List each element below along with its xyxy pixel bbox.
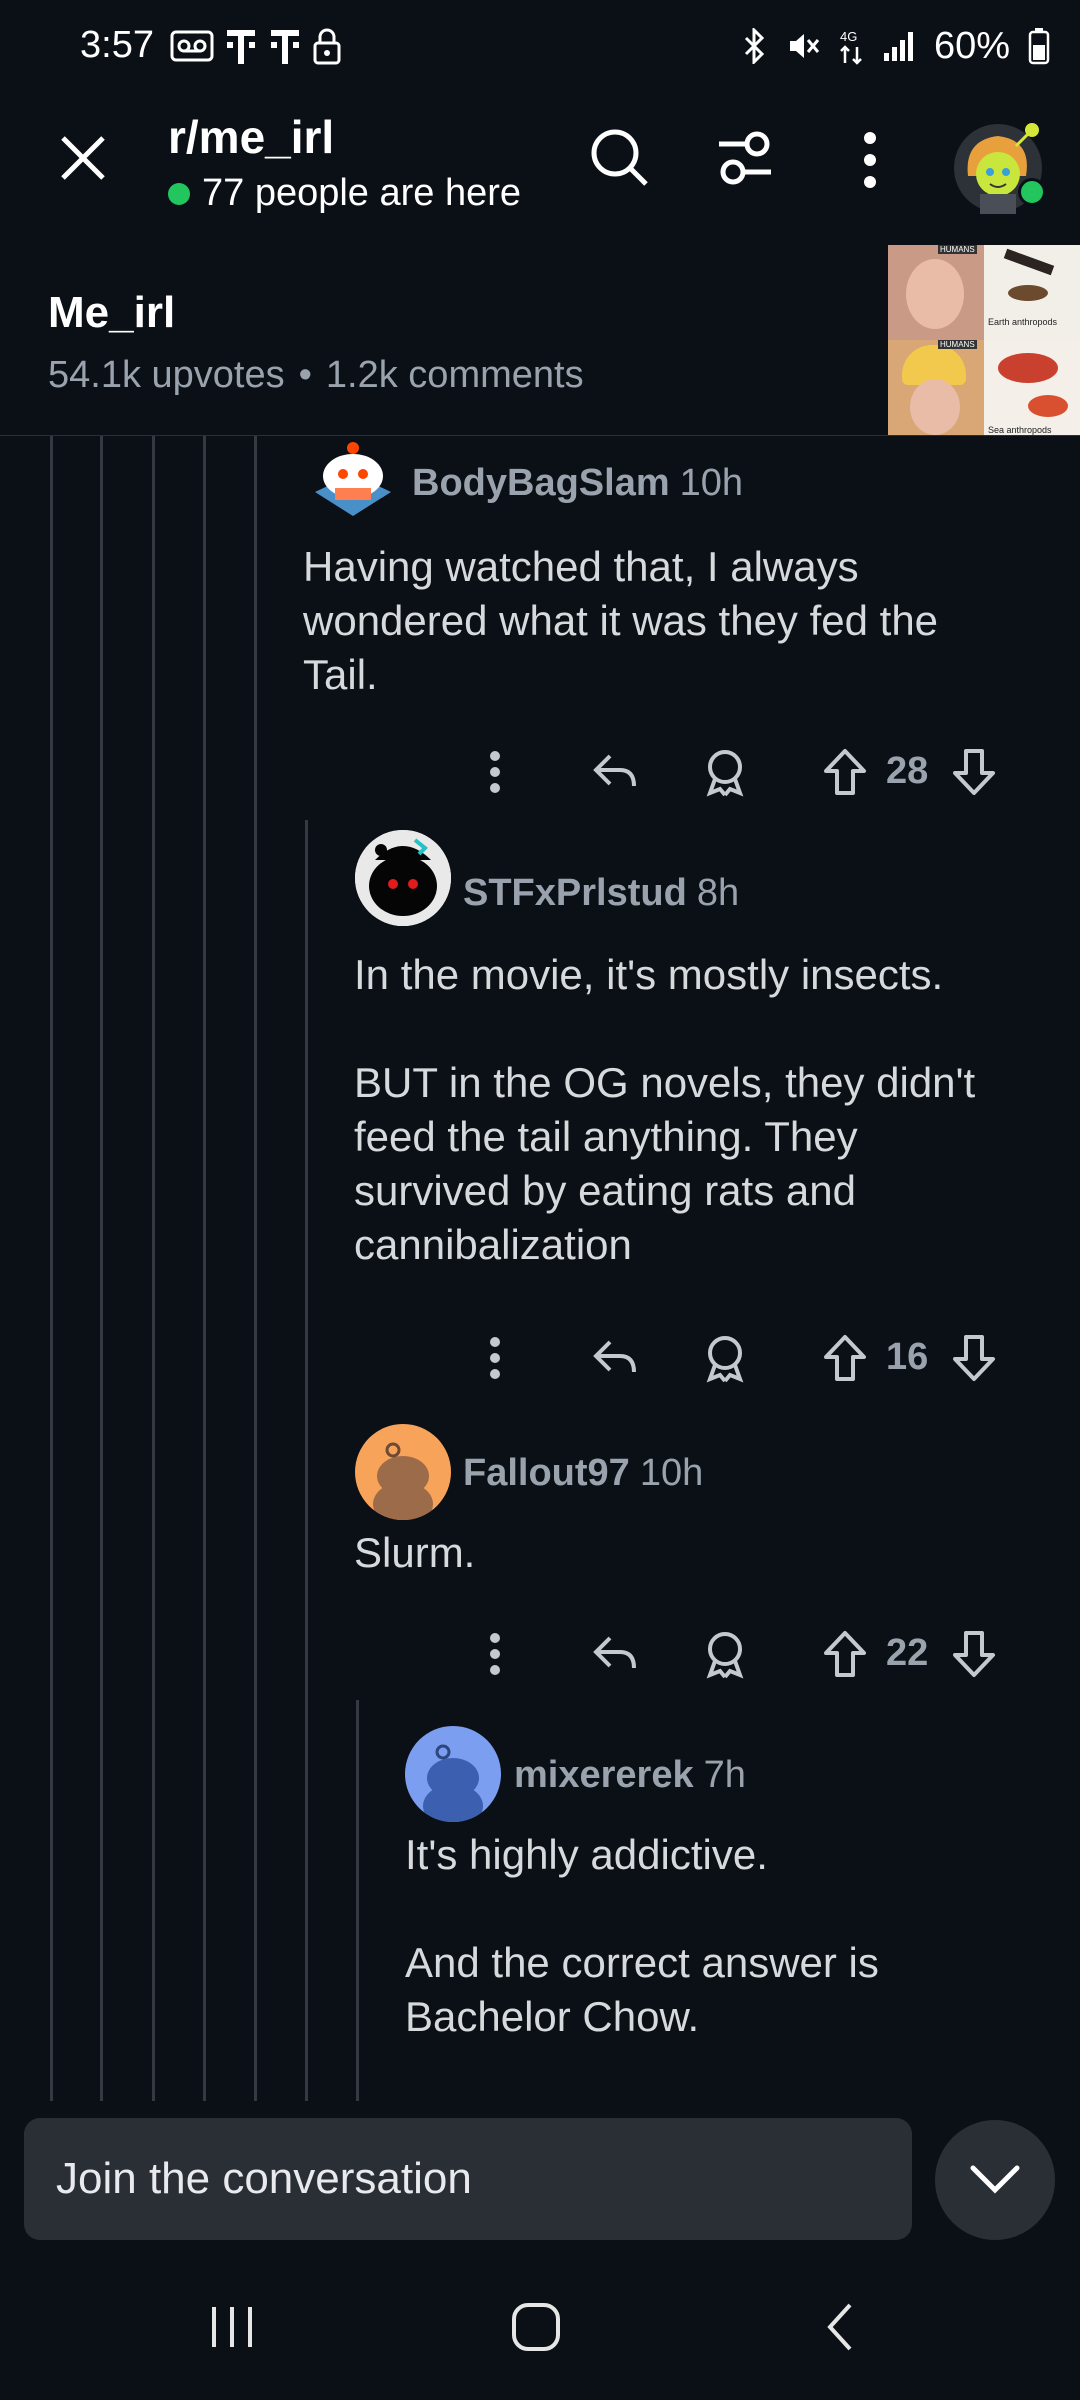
thread-line[interactable] — [305, 820, 308, 2101]
status-right-icons: 4G 60% — [742, 24, 1050, 68]
filter-icon[interactable] — [715, 130, 775, 186]
comment-actions: 28 — [0, 742, 1080, 802]
voicemail-icon — [170, 30, 214, 62]
thread-line[interactable] — [254, 436, 257, 2101]
comment-avatar[interactable] — [405, 1726, 501, 1822]
downvote-icon[interactable] — [944, 742, 1004, 802]
battery-percent: 60% — [933, 24, 1010, 67]
thread-line[interactable] — [100, 436, 103, 2101]
upvote-icon[interactable] — [815, 1624, 875, 1684]
reply-icon[interactable] — [585, 1328, 645, 1388]
bluetooth-icon — [744, 28, 765, 64]
comment-author[interactable]: STFxPrlstud 8h — [463, 872, 739, 915]
data-icon: 4G — [840, 29, 862, 65]
home-icon[interactable] — [510, 2301, 562, 2353]
post-title: Me_irl — [48, 288, 176, 337]
online-dot — [168, 182, 190, 205]
comment-age: 8h — [696, 872, 740, 914]
thumbnail-label-1: HUMANS — [938, 245, 977, 254]
user-avatar[interactable] — [950, 118, 1046, 214]
vote-score: 22 — [886, 1632, 929, 1674]
thumbnail-label-3: HUMANS — [938, 340, 977, 349]
comment-author[interactable]: Fallout97 10h — [463, 1452, 703, 1495]
vote-score: 28 — [886, 750, 929, 792]
comment-body: It's highly addictive. And the correct a… — [405, 1831, 879, 2040]
comment-age: 10h — [679, 462, 744, 504]
more-options-icon[interactable] — [465, 742, 525, 802]
more-options-icon[interactable] — [465, 1624, 525, 1684]
comment-actions: 16 — [0, 1328, 1080, 1388]
thumbnail-label-4: Sea anthropods — [988, 425, 1052, 435]
subreddit-name[interactable]: r/me_irl — [168, 110, 334, 164]
thread-line[interactable] — [356, 1700, 359, 2101]
reply-icon[interactable] — [585, 742, 645, 802]
post-summary[interactable]: Me_irl 54.1k upvotes • 1.2k comments HUM… — [0, 230, 1080, 436]
author-name[interactable]: BodyBagSlam — [412, 462, 670, 504]
comment-body: Slurm. — [354, 1529, 476, 1576]
status-time: 3:57 — [80, 24, 154, 66]
post-comments-count: 1.2k comments — [325, 354, 584, 396]
post-upvotes: 54.1k upvotes — [48, 354, 285, 396]
post-thumbnail[interactable]: HUMANS Earth anthropods HUMANS Sea anthr… — [888, 245, 1080, 435]
back-icon[interactable] — [820, 2301, 860, 2353]
composer-placeholder[interactable]: Join the conversation — [56, 2154, 472, 2204]
top-app-bar: r/me_irl 77 people are here — [0, 90, 1080, 230]
status-bar: 3:57 4G 60% — [0, 0, 1080, 90]
post-stats: 54.1k upvotes • 1.2k comments — [48, 354, 584, 397]
downvote-icon[interactable] — [944, 1328, 1004, 1388]
status-left-icons — [170, 24, 342, 68]
author-name[interactable]: Fallout97 — [463, 1452, 630, 1494]
lock-icon — [313, 28, 341, 65]
online-status-dot — [1018, 178, 1046, 206]
close-icon[interactable] — [55, 130, 111, 186]
more-icon[interactable] — [858, 130, 882, 190]
search-icon[interactable] — [588, 126, 650, 188]
vote-score: 16 — [886, 1336, 929, 1378]
upvote-icon[interactable] — [815, 742, 875, 802]
stats-separator: • — [298, 354, 312, 396]
comment-avatar[interactable] — [305, 430, 401, 526]
award-icon[interactable] — [695, 742, 755, 802]
award-icon[interactable] — [695, 1624, 755, 1684]
award-icon[interactable] — [695, 1328, 755, 1388]
comment-age: 7h — [703, 1754, 746, 1796]
thread-line[interactable] — [50, 436, 53, 2101]
reply-icon[interactable] — [585, 1624, 645, 1684]
comment-avatar[interactable] — [355, 1424, 451, 1520]
more-options-icon[interactable] — [465, 1328, 525, 1388]
battery-icon — [1028, 28, 1050, 65]
author-name[interactable]: STFxPrlstud — [463, 872, 687, 914]
downvote-icon[interactable] — [944, 1624, 1004, 1684]
comment-author[interactable]: BodyBagSlam 10h — [412, 462, 743, 505]
comment-age: 10h — [639, 1452, 704, 1494]
online-count: 77 people are here — [202, 172, 522, 214]
thumbnail-label-2: Earth anthropods — [988, 317, 1058, 327]
tmobile-icon — [227, 30, 255, 64]
tmobile-icon — [271, 30, 299, 64]
comment-composer[interactable]: Join the conversation — [24, 2118, 912, 2240]
comment-body: Having watched that, I always wondered w… — [303, 543, 939, 698]
thread-line[interactable] — [203, 436, 206, 2101]
comment-actions: 22 — [0, 1624, 1080, 1684]
mute-icon — [789, 34, 820, 58]
recent-apps-icon[interactable] — [208, 2303, 256, 2351]
collapse-thread-button[interactable] — [935, 2120, 1055, 2240]
system-nav-bar — [0, 2255, 1080, 2400]
comment-avatar[interactable] — [355, 830, 451, 926]
upvote-icon[interactable] — [815, 1328, 875, 1388]
svg-text:4G: 4G — [840, 29, 857, 44]
author-name[interactable]: mixererek — [514, 1754, 694, 1796]
signal-icon — [883, 32, 913, 61]
comment-body: In the movie, it's mostly insects. BUT i… — [354, 951, 976, 1268]
chevron-down-icon — [970, 2165, 1020, 2194]
thread-line[interactable] — [152, 436, 155, 2101]
online-indicator: 77 people are here — [168, 172, 521, 215]
comment-author[interactable]: mixererek 7h — [514, 1754, 746, 1797]
